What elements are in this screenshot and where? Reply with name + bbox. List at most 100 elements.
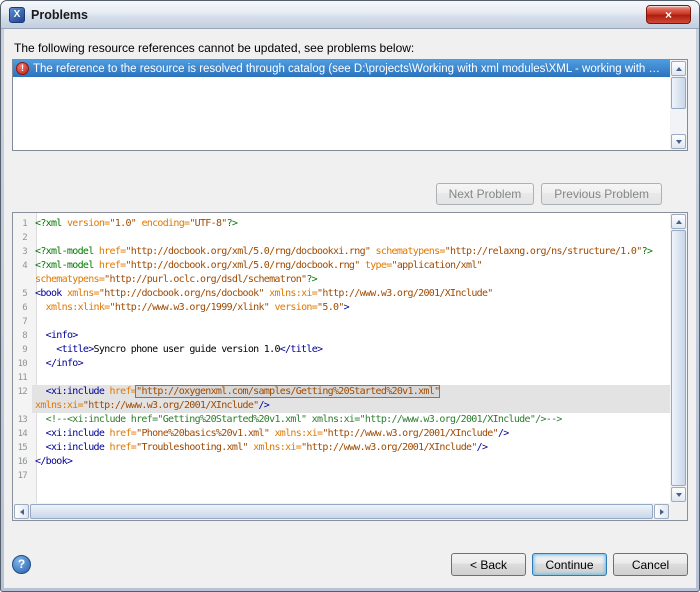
code-token: version=	[274, 302, 317, 313]
arrow-right-icon	[660, 509, 664, 515]
line-number: 15	[13, 441, 32, 455]
code-token: "http://docbook.org/ns/docbook"	[99, 288, 264, 299]
code-token: version=	[67, 218, 110, 229]
code-line: <?xml-model href="http://docbook.org/xml…	[32, 245, 670, 259]
code-token: ?>	[227, 218, 238, 229]
header-message: The following resource references cannot…	[14, 41, 414, 55]
scrollbar-thumb[interactable]	[671, 230, 686, 486]
editor-line: xmlns:xi="http://www.w3.org/2001/XInclud…	[13, 399, 670, 413]
code-token: xmlns:xi=	[35, 400, 83, 411]
error-icon: !	[16, 62, 29, 75]
code-token: <title>	[56, 344, 93, 355]
code-token: <book	[35, 288, 67, 299]
code-line	[32, 315, 670, 329]
scroll-down-button[interactable]	[671, 134, 686, 149]
editor-line: 3<?xml-model href="http://docbook.org/xm…	[13, 245, 670, 259]
problems-scrollbar[interactable]	[670, 60, 687, 150]
arrow-down-icon	[676, 493, 682, 497]
code-token	[35, 358, 46, 369]
line-number: 13	[13, 413, 32, 427]
code-token: "UTF-8"	[189, 218, 226, 229]
code-line: </book>	[32, 455, 670, 469]
editor-line: 10 </info>	[13, 357, 670, 371]
problems-list-rows: ! The reference to the resource is resolv…	[13, 60, 670, 150]
editor-vertical-scrollbar[interactable]	[670, 213, 687, 503]
scrollbar-thumb[interactable]	[671, 77, 686, 109]
code-token: "http://www.w3.org/2001/XInclude"	[317, 288, 493, 299]
code-line: <xi:include href="Phone%20basics%20v1.xm…	[32, 427, 670, 441]
editor-horizontal-scrollbar[interactable]	[13, 503, 670, 520]
xml-editor[interactable]: 1<?xml version="1.0" encoding="UTF-8"?>2…	[12, 212, 688, 521]
editor-line: 15 <xi:include href="Troubleshooting.xml…	[13, 441, 670, 455]
code-line: <?xml version="1.0" encoding="UTF-8"?>	[32, 217, 670, 231]
code-token: href=	[99, 260, 126, 271]
code-token	[35, 414, 46, 425]
continue-button[interactable]: Continue	[532, 553, 607, 576]
code-token: </info>	[46, 358, 83, 369]
code-token: href=	[110, 428, 137, 439]
line-number: 6	[13, 301, 32, 315]
editor-line: 4<?xml-model href="http://docbook.org/xm…	[13, 259, 670, 273]
line-number: 11	[13, 371, 32, 385]
editor-line: 14 <xi:include href="Phone%20basics%20v1…	[13, 427, 670, 441]
editor-line: 8 <info>	[13, 329, 670, 343]
code-token: xmlns:xi=	[269, 288, 317, 299]
scroll-up-button[interactable]	[671, 61, 686, 76]
editor-line: 16</book>	[13, 455, 670, 469]
scroll-right-button[interactable]	[654, 504, 669, 519]
editor-line: schematypens="http://purl.oclc.org/dsdl/…	[13, 273, 670, 287]
code-token: encoding=	[141, 218, 189, 229]
code-token: ?>	[306, 274, 317, 285]
line-number: 4	[13, 259, 32, 273]
line-number: 9	[13, 343, 32, 357]
dialog-body: The following resource references cannot…	[4, 29, 696, 588]
problem-item[interactable]: ! The reference to the resource is resolv…	[13, 60, 670, 77]
line-number: 8	[13, 329, 32, 343]
code-token: "1.0"	[110, 218, 137, 229]
code-token: />	[258, 400, 269, 411]
code-token: <?xml-model	[35, 246, 99, 257]
scroll-down-button[interactable]	[671, 487, 686, 502]
code-token: Syncro phone user guide version 1.0	[94, 344, 280, 355]
code-line: </info>	[32, 357, 670, 371]
problem-text: The reference to the resource is resolve…	[33, 63, 667, 75]
code-line	[32, 371, 670, 385]
help-button[interactable]: ?	[12, 555, 31, 574]
editor-rows: 1<?xml version="1.0" encoding="UTF-8"?>2…	[13, 213, 670, 503]
code-token: </book>	[35, 456, 72, 467]
code-line: <?xml-model href="http://docbook.org/xml…	[32, 259, 670, 273]
line-number: 12	[13, 385, 32, 399]
scroll-up-button[interactable]	[671, 214, 686, 229]
scrollbar-thumb[interactable]	[30, 504, 653, 519]
code-line: <book xmlns="http://docbook.org/ns/docbo…	[32, 287, 670, 301]
code-token	[35, 386, 46, 397]
code-token: type=	[365, 260, 392, 271]
editor-line: 13 <!--<xi:include href="Getting%20Start…	[13, 413, 670, 427]
editor-line: 5<book xmlns="http://docbook.org/ns/docb…	[13, 287, 670, 301]
cancel-button[interactable]: Cancel	[613, 553, 688, 576]
code-token: xmlns:xi=	[274, 428, 322, 439]
code-token: <xi:include	[46, 442, 110, 453]
code-line: <info>	[32, 329, 670, 343]
code-token: schematypens=	[35, 274, 104, 285]
line-number: 7	[13, 315, 32, 329]
editor-line: 1<?xml version="1.0" encoding="UTF-8"?>	[13, 217, 670, 231]
line-number: 1	[13, 217, 32, 231]
back-button[interactable]: < Back	[451, 553, 526, 576]
line-number	[13, 273, 32, 287]
code-line: <!--<xi:include href="Getting%20Started%…	[32, 413, 670, 427]
oxygen-app-icon: X	[9, 7, 25, 23]
arrow-up-icon	[676, 67, 682, 71]
code-token: <xi:include	[46, 428, 110, 439]
close-button[interactable]: ×	[646, 5, 691, 24]
footer-buttons: < Back Continue Cancel	[451, 553, 688, 576]
previous-problem-button[interactable]: Previous Problem	[541, 183, 662, 205]
code-token: href=	[99, 246, 126, 257]
code-line: xmlns:xlink="http://www.w3.org/1999/xlin…	[32, 301, 670, 315]
scroll-left-button[interactable]	[14, 504, 29, 519]
code-token: >	[344, 302, 349, 313]
code-token: href=	[110, 386, 137, 397]
code-token: <!--<xi:include href="Getting%20Started%…	[46, 414, 562, 425]
next-problem-button[interactable]: Next Problem	[436, 183, 535, 205]
scrollbar-corner	[670, 503, 687, 520]
